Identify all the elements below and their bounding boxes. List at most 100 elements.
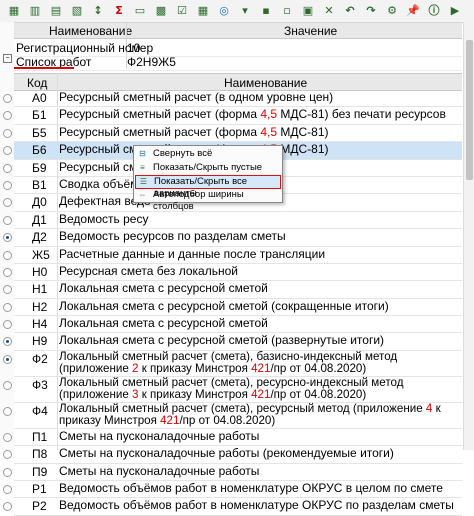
- add-row-icon[interactable]: ▪: [258, 3, 274, 19]
- row-radio[interactable]: [3, 250, 12, 260]
- row-radio[interactable]: [3, 485, 12, 495]
- layout-icon[interactable]: ▭: [132, 3, 148, 19]
- gear-icon[interactable]: ⚙: [384, 3, 400, 19]
- row-code: Н0: [32, 264, 48, 279]
- row-name-part: /пр от 04.08.2020): [179, 413, 276, 427]
- context-menu-item[interactable]: ≡Показать/Скрыть пустые строки: [135, 162, 281, 185]
- play-icon[interactable]: ▶: [447, 3, 463, 19]
- table-row[interactable]: Р2 Ведомость объёмов работ в номенклатуре…: [3, 498, 462, 516]
- table-row[interactable]: Ф2 Локальный сметный расчет (смета), бази…: [3, 350, 462, 377]
- row-radio[interactable]: [3, 128, 12, 138]
- row-radio[interactable]: [3, 180, 12, 190]
- grid-dots-icon[interactable]: ▦: [195, 3, 211, 19]
- info-icon[interactable]: ⓘ: [426, 3, 442, 19]
- collapse-icon: ⊟: [139, 149, 146, 158]
- table-row[interactable]: П9 Сметы на пусконаладочные работы: [3, 463, 462, 482]
- row-name: Ведомость ресурсов по разделам сметы: [59, 230, 459, 243]
- row-name: Локальная смета с ресурсной сметой (разв…: [59, 334, 459, 347]
- table-row[interactable]: П1 Сметы на пусконаладочные работы: [3, 429, 462, 447]
- table-row[interactable]: Н2 Локальная смета с ресурсной сметой (со…: [3, 299, 462, 317]
- add-column-icon[interactable]: ▫: [279, 3, 295, 19]
- table-row[interactable]: Н0 Ресурсная смета без локальной: [3, 264, 462, 282]
- undo-icon[interactable]: ↶: [342, 3, 358, 19]
- row-code: Б5: [32, 125, 47, 140]
- row-name-part: 421: [251, 387, 271, 401]
- table-row[interactable]: Н1 Локальная смета с ресурсной сметой: [3, 281, 462, 299]
- table-columns-icon[interactable]: ▧: [69, 3, 85, 19]
- sigma-r-icon[interactable]: Σ: [111, 3, 127, 19]
- properties-header: Наименование Значение: [14, 23, 462, 39]
- redo-icon[interactable]: ↷: [363, 3, 379, 19]
- property-value[interactable]: Ф2Н9Ж5: [127, 55, 176, 69]
- table-row[interactable]: Б5 Ресурсный сметный расчет (форма 4,5 МД…: [3, 124, 462, 143]
- table-row[interactable]: П8 Сметы на пусконаладочные работы (реком…: [3, 446, 462, 464]
- vertical-scrollbar[interactable]: [463, 22, 474, 450]
- autofit-icon: ⇔: [138, 189, 147, 199]
- grid-icon[interactable]: ▦: [6, 3, 22, 19]
- row-radio[interactable]: [3, 94, 12, 103]
- context-menu-item[interactable]: ⇔ Автоподбор ширины столбцов: [135, 189, 281, 212]
- scrollbar-thumb[interactable]: [466, 40, 473, 180]
- highlight-underline: [14, 67, 74, 69]
- row-radio[interactable]: [3, 380, 12, 390]
- properties-col-value: Значение: [284, 24, 338, 38]
- row-name-part: Ресурсная смета без локальной: [59, 263, 238, 278]
- table-row[interactable]: Д2 Ведомость ресурсов по разделам сметы: [3, 229, 462, 247]
- insert-icon[interactable]: ▣: [300, 3, 316, 19]
- row-radio[interactable]: [3, 432, 12, 442]
- table-row[interactable]: Н4 Локальная смета с ресурсной сметой: [3, 316, 462, 334]
- row-name-part: МДС-81) без печати ресурсов: [277, 107, 446, 122]
- row-name-part: к приказу Минстроя: [138, 387, 252, 401]
- row-name: Ресурсная смета без локальной: [59, 265, 459, 278]
- target-icon[interactable]: ◎: [216, 3, 232, 19]
- row-code: Д2: [32, 230, 47, 245]
- table-row[interactable]: Ф4 Локальный сметный расчет (смета), ресу…: [3, 402, 462, 429]
- row-radio[interactable]: [3, 450, 12, 460]
- table-row[interactable]: Д1 Ведомость ресу: [3, 212, 462, 230]
- row-radio[interactable]: [3, 502, 12, 512]
- row-name: Ресурсный сметный расчет (форма 4,5 МДС-…: [59, 108, 459, 121]
- table-row[interactable]: Р1 Ведомость объёмов работ в номенклатуре…: [3, 481, 462, 499]
- context-menu-item[interactable]: ⊟ Свернуть всё: [135, 148, 281, 160]
- columns-icon[interactable]: ▥: [27, 3, 43, 19]
- row-radio[interactable]: [3, 302, 12, 312]
- row-name: Локальная смета с ресурсной сметой: [59, 282, 459, 295]
- row-code: Б6: [32, 143, 47, 158]
- row-name-part: Ведомость объёмов работ в номенклатуре О…: [59, 481, 443, 496]
- row-name-part: /пр от 04.08.2020): [270, 361, 367, 375]
- table-row[interactable]: А0 Ресурсный сметный расчет (в одном уров…: [3, 90, 462, 108]
- table-icon[interactable]: ▤: [48, 3, 64, 19]
- checklist-icon[interactable]: ☑: [174, 3, 190, 19]
- row-name-part: к приказу Минстроя: [138, 361, 252, 375]
- row-name-part: 421: [160, 413, 180, 427]
- row-name-part: Сметы на пусконаладочные работы: [59, 463, 260, 478]
- property-row[interactable]: Список работ Ф2Н9Ж5: [14, 53, 462, 71]
- dropdown-icon[interactable]: ▾: [237, 3, 253, 19]
- row-radio[interactable]: [3, 467, 12, 477]
- col-code[interactable]: Код: [27, 76, 47, 90]
- context-menu-item[interactable]: ☰ Показать/Скрыть все варианты: [135, 175, 281, 199]
- row-name: Сметы на пусконаладочные работы (рекомен…: [59, 447, 459, 460]
- col-name[interactable]: Наименование: [224, 76, 307, 90]
- pin-icon[interactable]: 📌: [405, 3, 421, 19]
- row-radio[interactable]: [3, 215, 12, 225]
- row-radio[interactable]: [3, 267, 12, 277]
- collapse-toggle-icon[interactable]: −: [3, 54, 12, 63]
- row-name: Локальная смета с ресурсной сметой (сокр…: [59, 299, 459, 313]
- table-row[interactable]: Ф3 Локальный сметный расчет (смета), ресу…: [3, 376, 462, 403]
- delete-icon[interactable]: ✕: [321, 3, 337, 19]
- table-row[interactable]: Ж5 Расчетные данные и данные после трансл…: [3, 247, 462, 264]
- row-name: Сметы на пусконаладочные работы: [59, 463, 459, 478]
- sort-az-icon[interactable]: ↕: [90, 3, 106, 19]
- row-radio[interactable]: [3, 320, 12, 330]
- chart-icon[interactable]: ▩: [153, 3, 169, 19]
- row-code: Н2: [32, 299, 48, 314]
- table-row[interactable]: Н9 Локальная смета с ресурсной сметой (ра…: [3, 333, 462, 351]
- context-menu-label: Свернуть всё: [153, 148, 213, 159]
- row-radio[interactable]: [3, 406, 12, 416]
- row-radio[interactable]: [3, 354, 12, 364]
- row-name: Ведомость ресу: [59, 212, 459, 226]
- row-radio[interactable]: [3, 163, 12, 173]
- table-row[interactable]: Б1 Ресурсный сметный расчет (форма 4,5 МД…: [3, 107, 462, 125]
- row-name-part: 4,5: [260, 124, 278, 139]
